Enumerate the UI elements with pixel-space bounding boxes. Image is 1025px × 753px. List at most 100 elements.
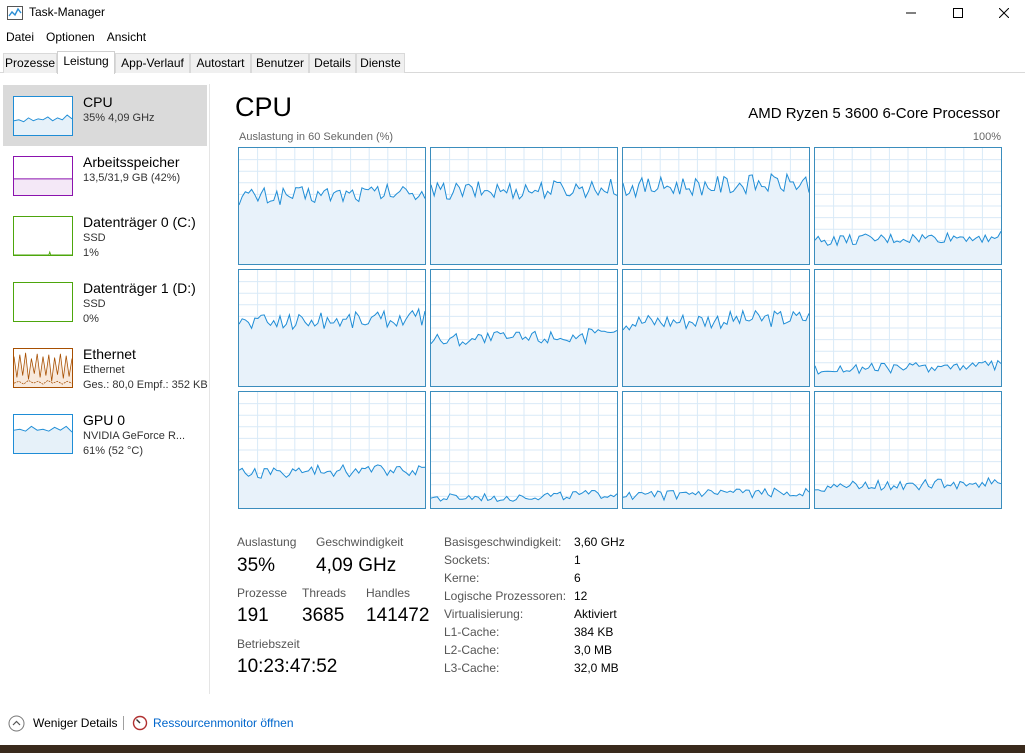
- sidebar-item-disk-1[interactable]: Datenträger 1 (D:) SSD 0%: [3, 271, 207, 332]
- logical-processor-graph: [430, 391, 618, 509]
- tab-benutzer[interactable]: Benutzer: [251, 53, 309, 73]
- sidebar-item-detail: Ethernet: [83, 364, 125, 376]
- tab-autostart[interactable]: Autostart: [190, 53, 251, 73]
- resource-monitor-label: Ressourcenmonitor öffnen: [153, 716, 294, 730]
- core-graph-svg: [815, 270, 1001, 386]
- sidebar-item-gpu-0[interactable]: GPU 0 NVIDIA GeForce R... 61% (52 °C): [3, 403, 207, 464]
- l3-cache-value: 32,0 MB: [574, 661, 619, 675]
- utilization-value: 35%: [237, 555, 276, 576]
- chevron-up-circle-icon: [8, 715, 25, 731]
- core-graph-svg: [431, 270, 617, 386]
- resource-monitor-link[interactable]: Ressourcenmonitor öffnen: [132, 708, 294, 738]
- memory-thumbnail-graph: [13, 156, 73, 196]
- l1-cache-value: 384 KB: [574, 625, 614, 639]
- footer-separator: [123, 716, 124, 730]
- sidebar-item-detail: 1%: [83, 247, 99, 259]
- handles-value: 141472: [366, 605, 430, 626]
- sidebar-item-label: Arbeitsspeicher: [83, 154, 180, 170]
- minimize-button[interactable]: [888, 0, 934, 26]
- logical-processors-value: 12: [574, 589, 588, 603]
- sockets-value: 1: [574, 553, 581, 567]
- sidebar-item-label: CPU: [83, 94, 113, 110]
- processes-value: 191: [237, 605, 269, 626]
- processes-label: Prozesse: [237, 586, 288, 600]
- l3-cache-label: L3-Cache:: [444, 661, 500, 675]
- footer-bar: Weniger Details Ressourcenmonitor öffnen: [0, 708, 1025, 738]
- logical-processor-graph: [814, 391, 1002, 509]
- menu-datei[interactable]: Datei: [0, 28, 40, 46]
- utilization-label: Auslastung: [237, 535, 297, 549]
- sidebar-item-memory[interactable]: Arbeitsspeicher 13,5/31,9 GB (42%): [3, 145, 207, 206]
- speed-label: Geschwindigkeit: [316, 535, 404, 549]
- sidebar-item-label: Datenträger 0 (C:): [83, 214, 196, 230]
- title-bar[interactable]: Task-Manager: [0, 0, 1025, 26]
- fewer-details-button[interactable]: Weniger Details: [8, 708, 117, 738]
- speed-value: 4,09 GHz: [316, 555, 397, 576]
- task-manager-icon: [7, 6, 23, 20]
- disk-1-thumbnail-graph: [13, 282, 73, 322]
- tab-app-verlauf[interactable]: App-Verlauf: [115, 53, 190, 73]
- tab-details[interactable]: Details: [309, 53, 356, 73]
- sidebar-item-detail: 0%: [83, 313, 99, 325]
- logical-processors-label: Logische Prozessoren:: [444, 589, 567, 603]
- sidebar-item-detail: SSD: [83, 298, 106, 310]
- sidebar-item-detail: 35% 4,09 GHz: [83, 112, 155, 124]
- sidebar-item-cpu[interactable]: CPU 35% 4,09 GHz: [3, 85, 207, 146]
- sidebar-item-ethernet[interactable]: Ethernet Ethernet Ges.: 80,0 Empf.: 352 …: [3, 337, 208, 398]
- task-manager-window: Task-Manager Datei Optionen Ansicht Proz…: [0, 0, 1025, 753]
- gpu-thumbnail-graph: [13, 414, 73, 454]
- menu-ansicht[interactable]: Ansicht: [101, 28, 152, 46]
- base-speed-label: Basisgeschwindigkeit:: [444, 535, 562, 549]
- core-graph-svg: [431, 148, 617, 264]
- core-graph-svg: [239, 270, 425, 386]
- maximize-button[interactable]: [935, 0, 981, 26]
- uptime-value: 10:23:47:52: [237, 656, 338, 677]
- tab-prozesse[interactable]: Prozesse: [3, 53, 57, 73]
- graph-max-label: 100%: [972, 131, 1001, 143]
- minimize-icon: [906, 12, 916, 14]
- fewer-details-label: Weniger Details: [33, 716, 118, 730]
- page-title: CPU: [235, 92, 293, 122]
- threads-value: 3685: [302, 605, 345, 626]
- tab-leistung[interactable]: Leistung: [57, 51, 115, 74]
- sidebar-item-detail: NVIDIA GeForce R...: [83, 430, 186, 442]
- handles-label: Handles: [366, 586, 411, 600]
- logical-processor-graph: [430, 269, 618, 387]
- core-graph-svg: [239, 148, 425, 264]
- logical-processor-graph: [814, 147, 1002, 265]
- logical-processor-graphs: [238, 147, 1002, 509]
- window-title: Task-Manager: [29, 5, 106, 19]
- sockets-label: Sockets:: [444, 553, 491, 567]
- threads-label: Threads: [302, 586, 347, 600]
- disk-0-thumbnail-graph: [13, 216, 73, 256]
- sidebar-item-disk-0[interactable]: Datenträger 0 (C:) SSD 1%: [3, 205, 207, 266]
- tab-bar: Prozesse Leistung App-Verlauf Autostart …: [0, 51, 1025, 74]
- sidebar-item-detail: 61% (52 °C): [83, 445, 144, 457]
- menu-optionen[interactable]: Optionen: [40, 28, 101, 46]
- resource-sidebar: CPU 35% 4,09 GHz Arbeitsspeicher 13,5/31…: [0, 84, 210, 694]
- base-speed-value: 3,60 GHz: [574, 535, 625, 549]
- sidebar-item-detail: Ges.: 80,0 Empf.: 352 KB: [83, 379, 208, 391]
- l2-cache-label: L2-Cache:: [444, 643, 500, 657]
- processor-name: AMD Ryzen 5 3600 6-Core Processor: [748, 105, 1000, 122]
- logical-processor-graph: [622, 269, 810, 387]
- logical-processor-graph: [814, 269, 1002, 387]
- tab-dienste[interactable]: Dienste: [356, 53, 405, 73]
- virtualization-value: Aktiviert: [574, 607, 617, 621]
- core-graph-svg: [815, 148, 1001, 264]
- close-icon: [999, 8, 1009, 18]
- l1-cache-label: L1-Cache:: [444, 625, 500, 639]
- sidebar-item-label: Datenträger 1 (D:): [83, 280, 196, 296]
- sidebar-item-detail: SSD: [83, 232, 106, 244]
- resource-monitor-icon: [132, 715, 148, 731]
- core-graph-svg: [431, 392, 617, 508]
- logical-processor-graph: [430, 147, 618, 265]
- close-button[interactable]: [981, 0, 1025, 26]
- ethernet-thumbnail-graph: [13, 348, 73, 388]
- logical-processor-graph: [238, 391, 426, 509]
- logical-processor-graph: [238, 269, 426, 387]
- sidebar-item-label: Ethernet: [83, 346, 136, 362]
- core-graph-svg: [815, 392, 1001, 508]
- graph-caption: Auslastung in 60 Sekunden (%): [239, 131, 394, 143]
- logical-processor-graph: [622, 391, 810, 509]
